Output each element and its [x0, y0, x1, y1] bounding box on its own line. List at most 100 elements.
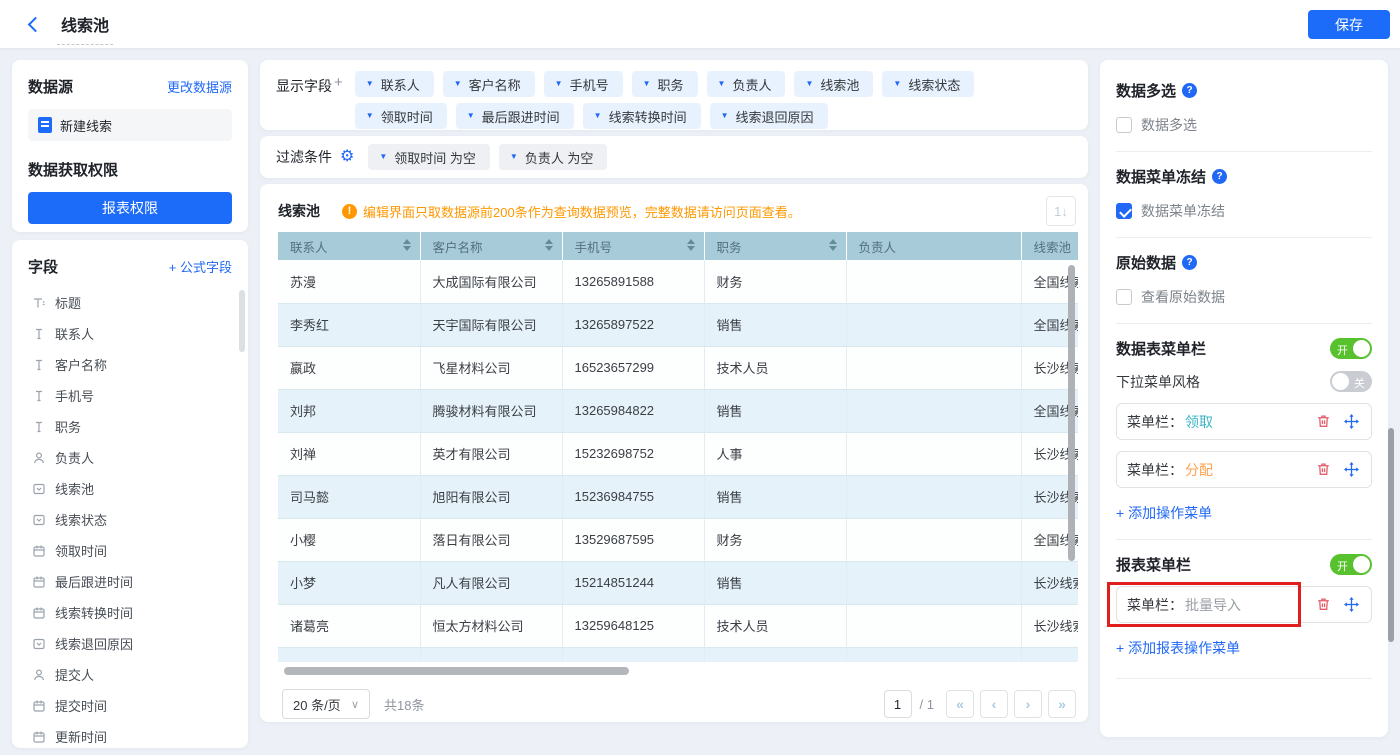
user-field-icon [32, 668, 46, 682]
delete-icon[interactable] [1313, 460, 1333, 480]
dropdown-style-toggle-off[interactable]: 关 [1330, 371, 1372, 392]
field-item[interactable]: 线索状态 [28, 504, 232, 535]
field-item[interactable]: 更新时间 [28, 721, 232, 748]
change-datasource-link[interactable]: 更改数据源 [167, 77, 232, 96]
add-report-action-menu-link[interactable]: + 添加报表操作菜单 [1116, 638, 1372, 658]
delete-icon[interactable] [1313, 412, 1333, 432]
display-field-chip[interactable]: ▼职务 [632, 71, 698, 97]
checkbox-unchecked[interactable] [1116, 117, 1132, 133]
table-cell: 15236984755 [562, 475, 704, 518]
table-cell: 刘邦 [278, 389, 420, 432]
display-field-chip[interactable]: ▼手机号 [544, 71, 623, 97]
field-item[interactable]: 负责人 [28, 442, 232, 473]
sort-arrows-icon[interactable] [403, 239, 411, 251]
help-icon[interactable]: ? [1212, 169, 1227, 184]
table-cell: 小樱 [278, 518, 420, 561]
field-item[interactable]: 提交人 [28, 659, 232, 690]
field-item[interactable]: 标题 [28, 287, 232, 318]
delete-icon[interactable] [1313, 595, 1333, 615]
raw-data-checkbox-row[interactable]: 查看原始数据 [1116, 287, 1372, 307]
help-icon[interactable]: ? [1182, 255, 1197, 270]
field-item[interactable]: 最后跟进时间 [28, 566, 232, 597]
settings-panel: 数据多选 ? 数据多选 数据菜单冻结 ? 数据菜单冻结 原始数据 ? 查看原始数… [1100, 60, 1388, 737]
move-icon[interactable] [1341, 595, 1361, 615]
add-action-menu-link[interactable]: + 添加操作菜单 [1116, 503, 1372, 523]
field-item[interactable]: 线索退回原因 [28, 628, 232, 659]
column-header[interactable]: 客户名称 [420, 232, 562, 260]
select-field-icon [32, 637, 46, 651]
save-button[interactable]: 保存 [1308, 10, 1390, 39]
prev-page-button[interactable]: ‹ [980, 690, 1008, 718]
sort-arrows-icon[interactable] [687, 239, 695, 251]
field-item-label: 领取时间 [55, 541, 107, 560]
chip-label: 线索池 [820, 75, 859, 94]
filter-condition-chip[interactable]: ▼领取时间 为空 [368, 144, 490, 170]
menu-freeze-checkbox-row[interactable]: 数据菜单冻结 [1116, 201, 1372, 221]
first-page-button[interactable]: « [946, 690, 974, 718]
table-vertical-scrollbar[interactable] [1068, 265, 1075, 561]
add-display-field-button[interactable]: + [334, 74, 343, 119]
move-icon[interactable] [1341, 412, 1361, 432]
sort-arrows-icon[interactable] [829, 239, 837, 251]
datasource-item[interactable]: 新建线索 [28, 109, 232, 141]
help-icon[interactable]: ? [1182, 83, 1197, 98]
table-menu-toggle-on[interactable]: 开 [1330, 338, 1372, 359]
display-field-chip[interactable]: ▼线索转换时间 [583, 103, 701, 129]
column-header[interactable]: 手机号 [562, 232, 704, 260]
field-item[interactable]: 职务 [28, 411, 232, 442]
display-field-chip[interactable]: ▼线索状态 [882, 71, 974, 97]
field-item[interactable]: 手机号 [28, 380, 232, 411]
table-cell: 13259648125 [562, 604, 704, 647]
fields-scrollbar[interactable] [239, 290, 245, 352]
display-field-chip[interactable]: ▼负责人 [707, 71, 786, 97]
column-header[interactable]: 职务 [704, 232, 846, 260]
last-page-button[interactable]: » [1048, 690, 1076, 718]
display-field-chip[interactable]: ▼线索退回原因 [710, 103, 828, 129]
table-cell: 旭阳有限公司 [420, 475, 562, 518]
add-formula-field-link[interactable]: + 公式字段 [169, 257, 232, 276]
back-icon[interactable] [28, 16, 44, 32]
field-item[interactable]: 领取时间 [28, 535, 232, 566]
table-row: 刘禅英才有限公司15232698752人事长沙线索池 [278, 432, 1078, 475]
sort-arrows-icon[interactable] [545, 239, 553, 251]
next-page-button[interactable]: › [1014, 690, 1042, 718]
move-icon[interactable] [1341, 460, 1361, 480]
multi-select-checkbox-row[interactable]: 数据多选 [1116, 115, 1372, 135]
caret-down-icon: ▼ [893, 80, 901, 88]
menu-item-value[interactable]: 批量导入 [1185, 595, 1241, 615]
column-header[interactable]: 联系人 [278, 232, 420, 260]
warning-icon: ! [342, 204, 357, 219]
filter-condition-chip[interactable]: ▼负责人 为空 [499, 144, 608, 170]
current-page-input[interactable]: 1 [884, 690, 912, 718]
field-item[interactable]: 客户名称 [28, 349, 232, 380]
toggle-on-label: 开 [1337, 342, 1348, 358]
field-item[interactable]: 线索池 [28, 473, 232, 504]
column-header[interactable]: 负责人 [846, 232, 1021, 260]
filter-settings-gear-icon[interactable]: ⚙ [340, 149, 354, 165]
display-field-chip[interactable]: ▼联系人 [355, 71, 434, 97]
table-cell: 13265891588 [562, 260, 704, 303]
page-scrollbar[interactable] [1388, 428, 1394, 642]
checkbox-checked[interactable] [1116, 203, 1132, 219]
display-field-chip[interactable]: ▼线索池 [794, 71, 873, 97]
display-field-chip[interactable]: ▼客户名称 [443, 71, 535, 97]
menu-item-value[interactable]: 领取 [1185, 412, 1213, 432]
report-permission-button[interactable]: 报表权限 [28, 192, 232, 224]
field-item[interactable]: 联系人 [28, 318, 232, 349]
chip-label: 手机号 [570, 75, 609, 94]
field-item[interactable]: 线索转换时间 [28, 597, 232, 628]
field-item[interactable]: 提交时间 [28, 690, 232, 721]
page-size-select[interactable]: 20 条/页 ∨ [282, 689, 370, 719]
sort-order-button[interactable]: 1↓ [1046, 196, 1076, 226]
report-menu-toggle-on[interactable]: 开 [1330, 554, 1372, 575]
display-field-chip[interactable]: ▼领取时间 [355, 103, 447, 129]
table-cell: 英才有限公司 [420, 432, 562, 475]
column-header[interactable]: 线索池 [1021, 232, 1078, 260]
menu-item-value[interactable]: 分配 [1185, 460, 1213, 480]
checkbox-unchecked[interactable] [1116, 289, 1132, 305]
display-field-chip[interactable]: ▼最后跟进时间 [456, 103, 574, 129]
table-horizontal-scrollbar[interactable] [284, 667, 629, 675]
table-cell: 销售 [704, 389, 846, 432]
filter-label: 过滤条件 [276, 147, 332, 167]
chip-label: 领取时间 [381, 107, 433, 126]
